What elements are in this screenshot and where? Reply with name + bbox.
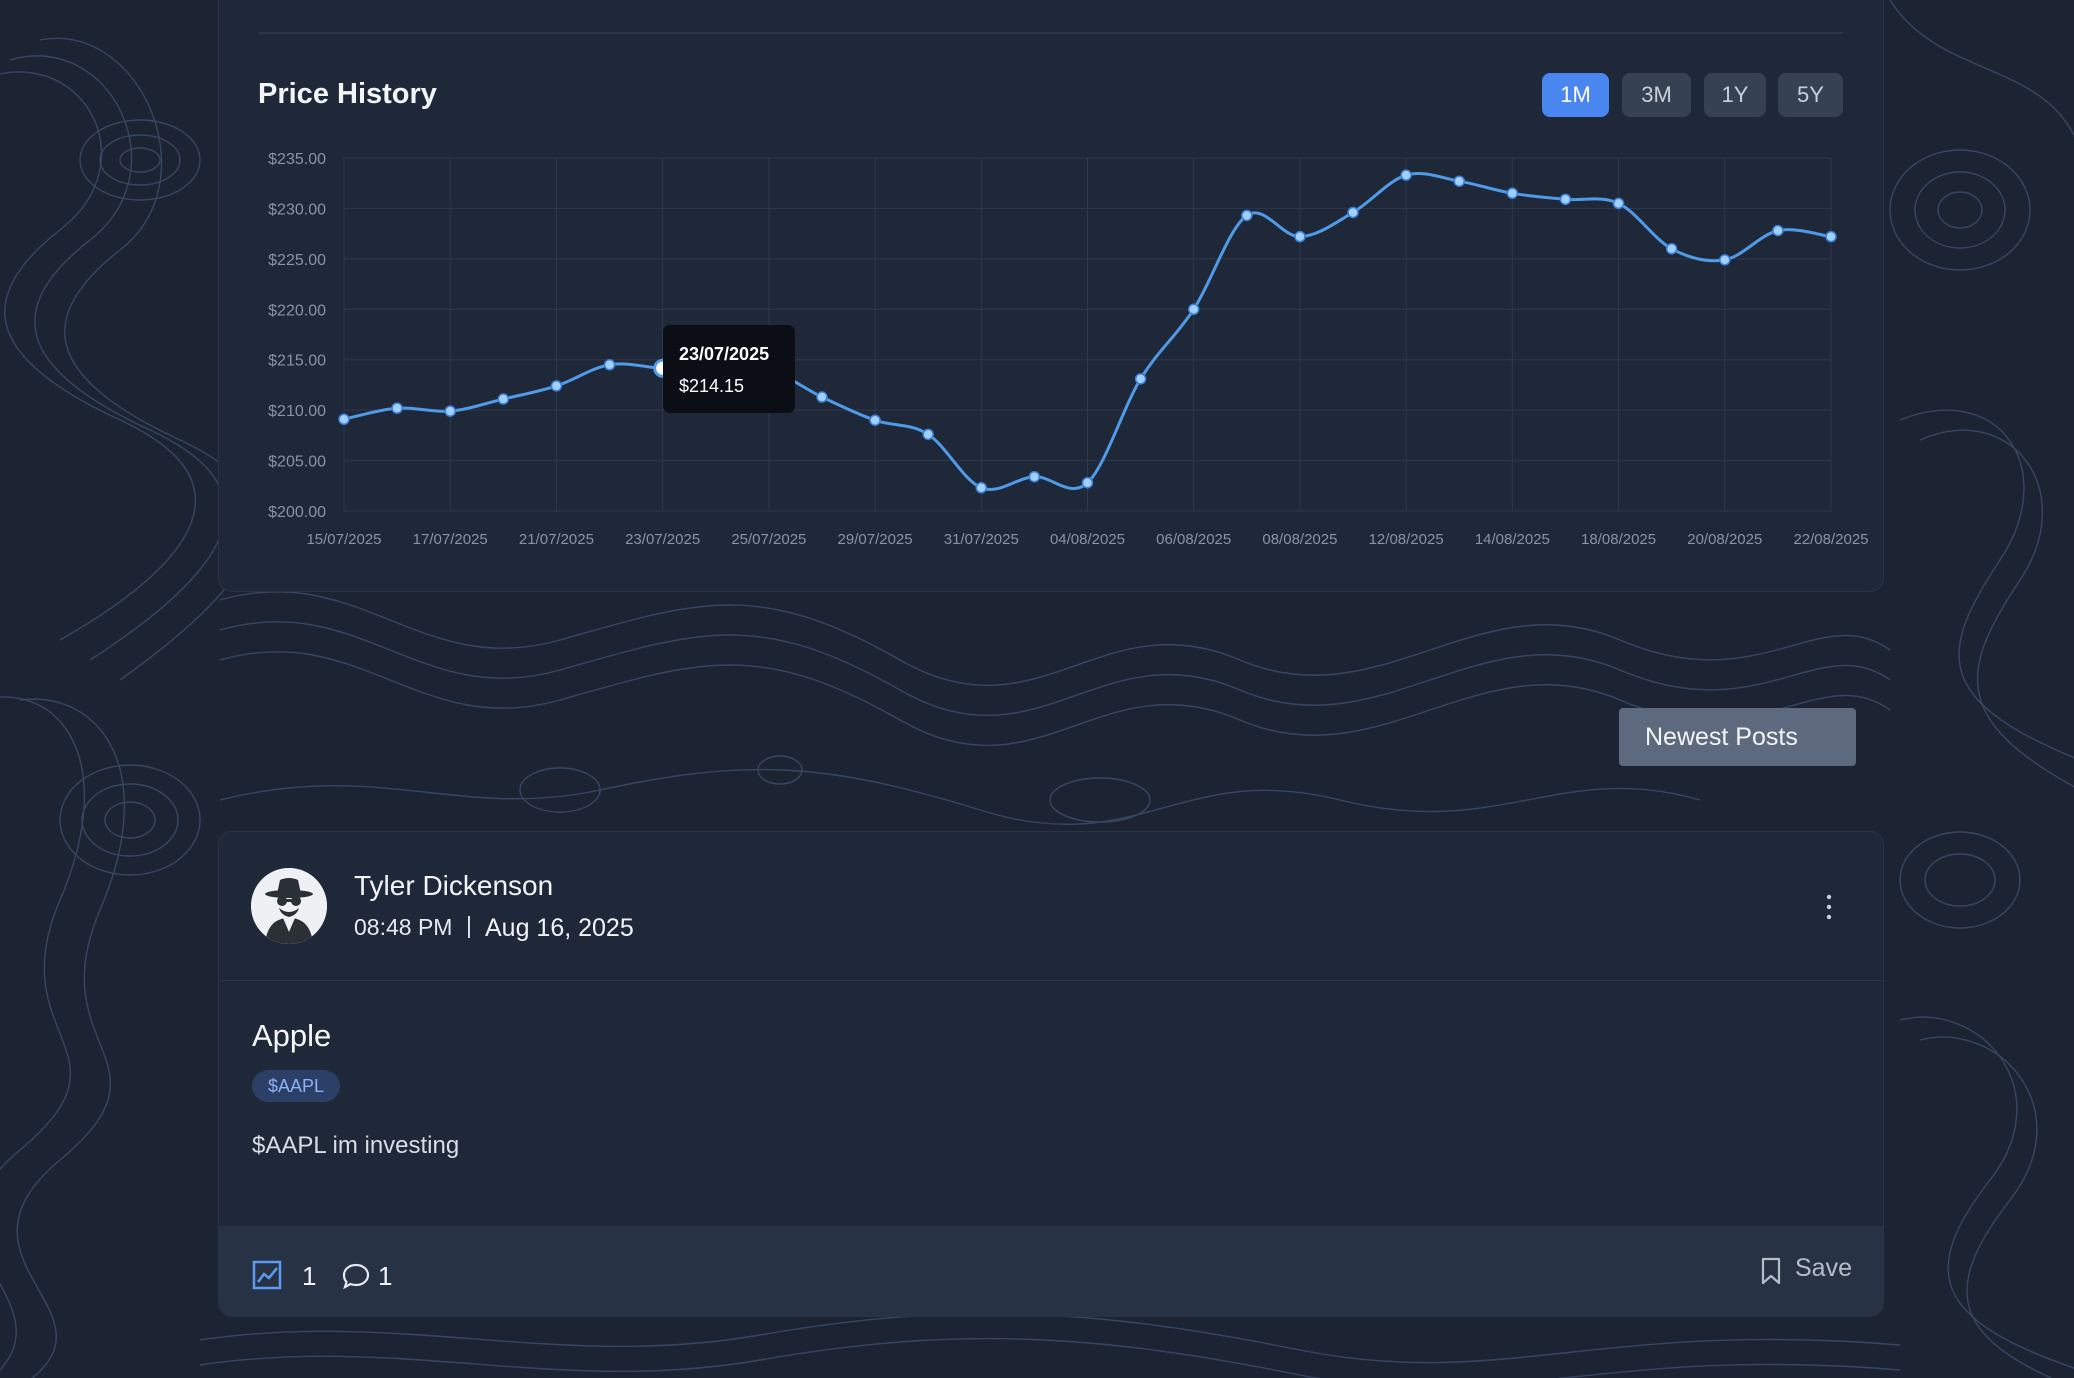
post-author-name[interactable]: Tyler Dickenson: [354, 870, 553, 902]
price-chart[interactable]: $235.00 $230.00 $225.00 $220.00 $215.00 $210.…: [0, 0, 2074, 600]
x-tick-label: 17/07/2025: [413, 531, 488, 548]
data-point[interactable]: [1772, 224, 1784, 237]
data-point[interactable]: [1506, 187, 1519, 200]
y-tick-label: $230.00: [268, 201, 326, 218]
chart-tooltip: 23/07/2025 $214.15: [663, 325, 795, 413]
data-point[interactable]: [1241, 209, 1253, 222]
save-button[interactable]: Save: [1795, 1254, 1852, 1283]
x-tick-label: 21/07/2025: [519, 531, 594, 548]
post-body: $AAPL im investing: [252, 1132, 460, 1159]
data-point[interactable]: [1612, 197, 1625, 210]
data-point[interactable]: [1825, 230, 1837, 243]
post-title: Apple: [252, 1018, 332, 1053]
y-tick-label: $220.00: [268, 302, 326, 319]
data-point[interactable]: [975, 482, 988, 494]
data-point[interactable]: [1028, 470, 1041, 483]
x-tick-label: 08/08/2025: [1262, 531, 1337, 548]
trend-chart-icon[interactable]: [252, 1260, 282, 1290]
ticker-label: $AAPL: [268, 1075, 325, 1096]
x-tick-label: 15/07/2025: [306, 531, 381, 548]
x-tick-label: 04/08/2025: [1050, 531, 1125, 548]
newest-posts-label: Newest Posts: [1645, 722, 1798, 751]
data-point[interactable]: [1400, 169, 1412, 181]
x-tick-label: 23/07/2025: [625, 531, 700, 548]
y-tick-label: $210.00: [268, 403, 326, 420]
comment-count: 1: [378, 1261, 393, 1291]
x-tick-label: 25/07/2025: [731, 531, 806, 548]
data-point[interactable]: [1134, 373, 1147, 385]
data-point[interactable]: [444, 405, 456, 417]
x-tick-label: 12/08/2025: [1369, 531, 1444, 548]
incognito-avatar-icon[interactable]: [251, 868, 327, 944]
kebab-menu-icon[interactable]: [1819, 892, 1839, 922]
x-tick-label: 20/08/2025: [1687, 531, 1762, 548]
x-tick-label: 14/08/2025: [1475, 531, 1550, 548]
post-footer: 1 1: [219, 1226, 1883, 1316]
ticker-badge[interactable]: $AAPL: [252, 1070, 341, 1102]
data-point[interactable]: [816, 391, 828, 403]
data-point[interactable]: [497, 393, 510, 405]
chart-count: 1: [302, 1261, 317, 1291]
data-point[interactable]: [391, 402, 403, 414]
y-tick-label: $205.00: [268, 454, 326, 471]
x-tick-label: 31/07/2025: [944, 531, 1019, 548]
post-header-divider: [219, 980, 1883, 981]
y-tick-label: $200.00: [268, 504, 326, 521]
data-point[interactable]: [1719, 254, 1731, 266]
data-point[interactable]: [1559, 193, 1572, 206]
bookmark-icon[interactable]: [1759, 1256, 1783, 1286]
data-point[interactable]: [1347, 206, 1359, 219]
data-point[interactable]: [869, 414, 881, 426]
data-point[interactable]: [1453, 175, 1465, 187]
data-point[interactable]: [1081, 477, 1094, 489]
data-point[interactable]: [603, 359, 616, 371]
post-time: 08:48 PM: [354, 914, 453, 940]
tooltip-price: $214.15: [679, 376, 744, 396]
tooltip-date: 23/07/2025: [679, 344, 769, 364]
newest-posts-button[interactable]: Newest Posts: [1619, 708, 1856, 766]
post-meta-separator: |: [466, 912, 472, 938]
x-tick-label: 29/07/2025: [838, 531, 913, 548]
comment-bubble-icon[interactable]: [342, 1262, 370, 1290]
data-point[interactable]: [338, 413, 350, 425]
data-point[interactable]: [1294, 230, 1306, 243]
data-point[interactable]: [922, 428, 934, 441]
y-tick-label: $225.00: [268, 252, 326, 269]
x-tick-label: 06/08/2025: [1156, 531, 1231, 548]
data-point[interactable]: [1665, 243, 1678, 255]
tooltip-box: [663, 325, 795, 413]
data-point[interactable]: [550, 380, 563, 392]
data-point[interactable]: [1187, 303, 1200, 316]
post-date: Aug 16, 2025: [485, 914, 634, 942]
post-card: Tyler Dickenson 08:48 PM | Aug 16, 2025 …: [218, 831, 1884, 1317]
x-tick-label: 18/08/2025: [1581, 531, 1656, 548]
y-tick-label: $215.00: [268, 353, 326, 370]
y-tick-label: $235.00: [268, 151, 326, 168]
x-tick-label: 22/08/2025: [1793, 531, 1868, 548]
